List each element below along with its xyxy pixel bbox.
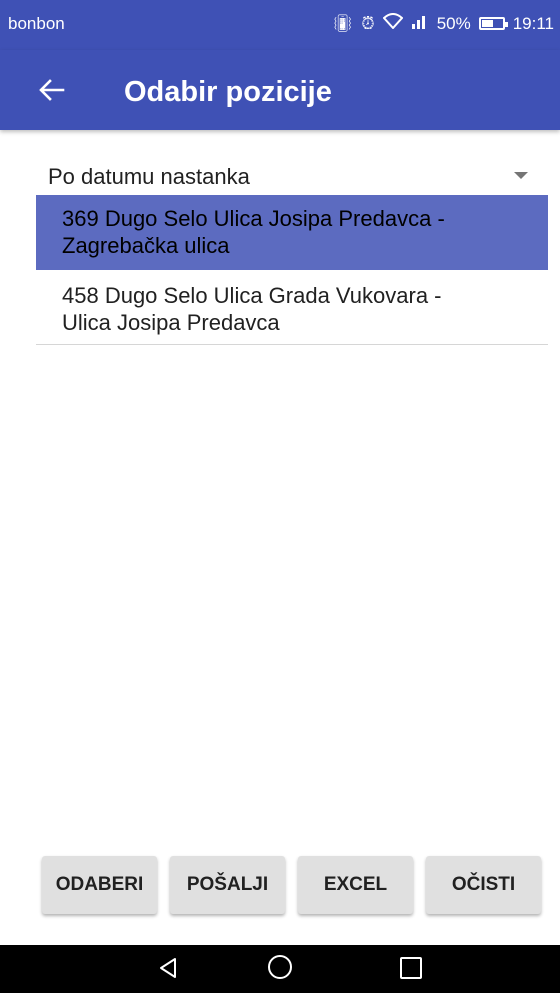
list-item-line2: Ulica Josipa Predavca [62,310,280,335]
battery-percent: 50% [436,13,471,33]
position-list: 369 Dugo Selo Ulica Josipa Predavca - Za… [36,195,548,345]
button-bar: ODABERI POŠALJI EXCEL OČISTI [42,856,542,914]
send-button[interactable]: POŠALJI [170,856,285,914]
wifi-icon [382,13,404,34]
excel-button[interactable]: EXCEL [298,856,413,914]
battery-icon [478,17,508,30]
status-bar: bonbon 📳︎ ⏰︎ 50% 19:11 [0,0,560,50]
dropdown-arrow-icon [514,172,528,179]
select-button[interactable]: ODABERI [42,856,157,914]
list-item-line1: 458 Dugo Selo Ulica Grada Vukovara - [62,283,442,308]
status-icons: 📳︎ ⏰︎ 50% 19:11 [332,13,554,34]
nav-recent-apps-icon[interactable] [400,957,422,979]
signal-icon [411,13,429,34]
vibrate-icon: 📳︎ [331,13,354,33]
alarm-icon: ⏰︎ [361,13,375,33]
clear-button[interactable]: OČISTI [426,856,541,914]
clock: 19:11 [512,13,554,33]
list-item-line2: Zagrebačka ulica [62,233,230,258]
app-bar: Odabir pozicije [0,50,560,130]
list-item[interactable]: 458 Dugo Selo Ulica Grada Vukovara - Uli… [36,270,548,345]
nav-home-icon[interactable] [268,955,292,979]
sort-dropdown[interactable]: Po datumu nastanka [36,160,548,194]
arrow-back-icon[interactable] [30,68,74,112]
sort-dropdown-value: Po datumu nastanka [48,164,250,189]
navigation-bar [0,945,560,993]
page-title: Odabir pozicije [124,76,332,108]
list-item-line1: 369 Dugo Selo Ulica Josipa Predavca - [62,206,445,231]
list-item[interactable]: 369 Dugo Selo Ulica Josipa Predavca - Za… [36,195,548,270]
nav-back-icon[interactable] [158,957,178,984]
carrier-label: bonbon [8,14,65,33]
list-divider [36,344,548,345]
